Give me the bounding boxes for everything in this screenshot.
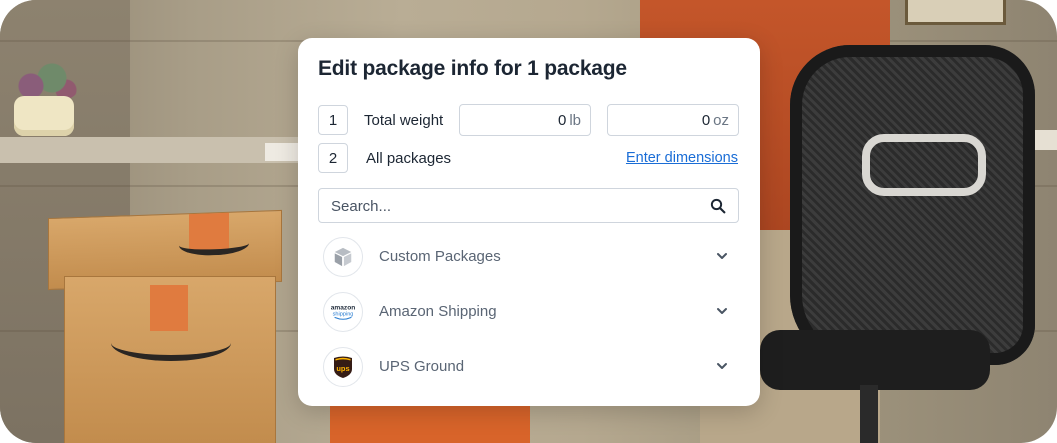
ups-logo-word: ups — [336, 364, 349, 373]
package-icon — [323, 237, 363, 277]
row-number-badge: 1 — [318, 105, 348, 135]
ups-logo: ups — [323, 347, 363, 387]
screenshot-frame: Edit package info for 1 package 1 Total … — [0, 0, 1057, 443]
carrier-row-amazon-shipping[interactable]: amazon shipping Amazon Shipping — [318, 292, 739, 336]
weight-lb-input[interactable]: 0 lb — [459, 104, 591, 136]
background-box-smile — [111, 325, 231, 361]
search-icon[interactable] — [709, 197, 727, 215]
background-chair-seat — [760, 330, 990, 390]
card-title: Edit package info for 1 package — [318, 57, 627, 80]
amazon-logo-word: amazon — [331, 305, 356, 312]
background-chair-post — [860, 385, 878, 443]
edit-package-card: Edit package info for 1 package 1 Total … — [298, 38, 760, 406]
background-orange-cabinet — [330, 400, 530, 443]
weight-oz-input[interactable]: 0 oz — [607, 104, 739, 136]
row-number-badge: 2 — [318, 143, 348, 173]
weight-oz-unit: oz — [713, 111, 729, 129]
background-window-ledge — [0, 137, 300, 163]
carrier-name: UPS Ground — [379, 358, 465, 375]
all-packages-label: All packages — [366, 150, 452, 167]
carrier-row-ups-ground[interactable]: ups UPS Ground — [318, 347, 739, 391]
carrier-name: Amazon Shipping — [379, 303, 497, 320]
background-shipping-box — [64, 276, 276, 443]
background-office-chair — [790, 45, 1035, 365]
background-plant-pot — [14, 96, 74, 136]
amazon-shipping-logo: amazon shipping — [323, 292, 363, 332]
background-chair-handle — [862, 134, 986, 196]
weight-oz-value: 0 — [701, 111, 711, 129]
weight-lb-value: 0 — [557, 111, 567, 129]
background-box-smile — [179, 232, 249, 257]
carrier-row-custom-packages[interactable]: Custom Packages — [318, 237, 739, 281]
chevron-down-icon[interactable] — [715, 249, 729, 263]
weight-lb-unit: lb — [569, 111, 581, 129]
search-input[interactable] — [329, 189, 693, 224]
search-box[interactable] — [318, 188, 739, 224]
amazon-logo-shipping-word: shipping — [333, 312, 354, 318]
total-weight-label: Total weight — [364, 112, 444, 129]
enter-dimensions-link[interactable]: Enter dimensions — [626, 150, 738, 166]
chevron-down-icon[interactable] — [715, 359, 729, 373]
background-picture-frame — [905, 0, 1006, 25]
chevron-down-icon[interactable] — [715, 304, 729, 318]
carrier-name: Custom Packages — [379, 248, 501, 265]
